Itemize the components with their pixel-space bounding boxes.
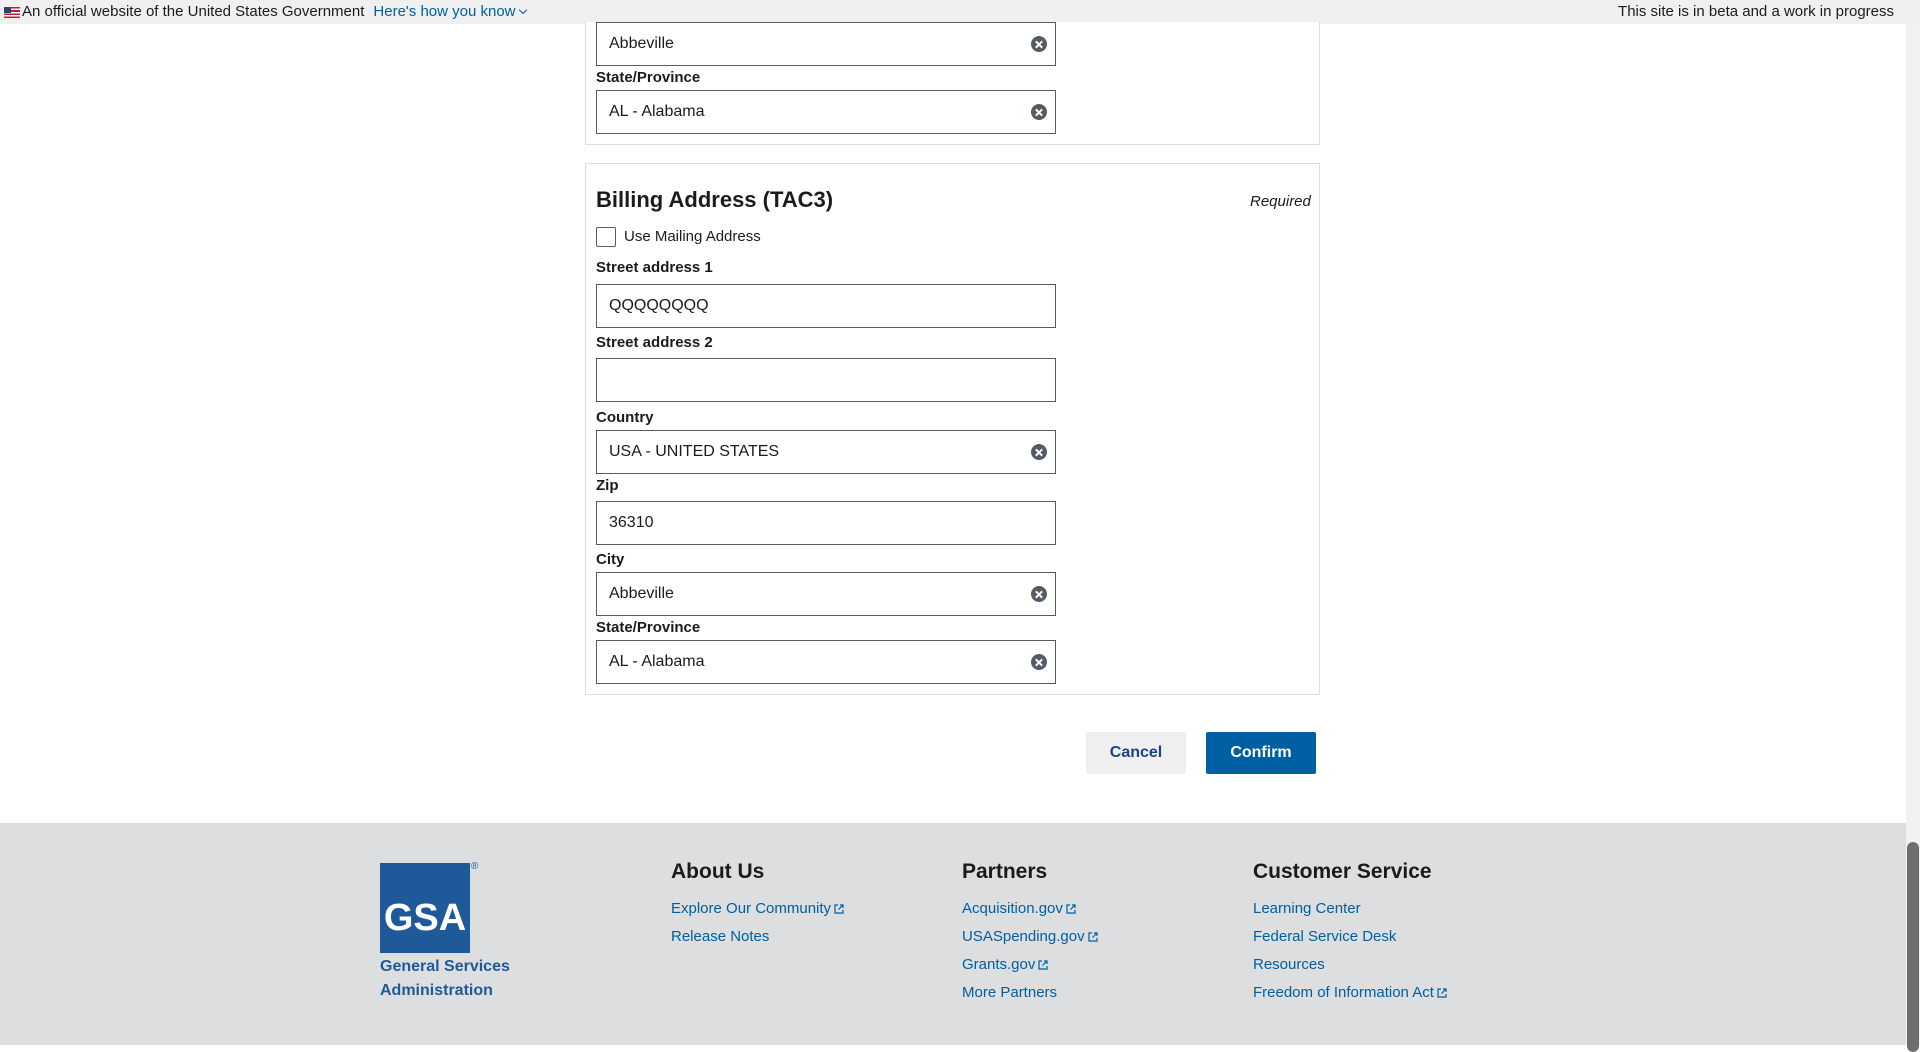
foia-link[interactable]: Freedom of Information Act xyxy=(1253,984,1447,1001)
use-mailing-address-checkbox[interactable] xyxy=(596,227,616,247)
zip-input[interactable]: 36310 xyxy=(596,501,1056,545)
required-tag: Required xyxy=(1250,193,1311,210)
how-you-know-label: Here's how you know xyxy=(373,3,516,20)
mailing-state-value: AL - Alabama xyxy=(609,103,705,120)
street1-label: Street address 1 xyxy=(596,259,713,276)
acquisition-gov-link[interactable]: Acquisition.gov xyxy=(962,900,1076,917)
city-field[interactable]: Abbeville xyxy=(596,572,1056,616)
more-partners-label: More Partners xyxy=(962,984,1058,1001)
street1-value: QQQQQQQQ xyxy=(609,297,709,314)
grants-gov-label: Grants.gov xyxy=(962,956,1036,973)
mailing-state-field[interactable]: AL - Alabama xyxy=(596,90,1056,134)
state-field[interactable]: AL - Alabama xyxy=(596,640,1056,684)
street1-input[interactable]: QQQQQQQQ xyxy=(596,284,1056,328)
street2-input[interactable] xyxy=(596,358,1056,402)
resources-link[interactable]: Resources xyxy=(1253,956,1325,973)
clear-icon[interactable] xyxy=(1031,104,1047,120)
learning-center-label: Learning Center xyxy=(1253,900,1361,917)
us-flag-icon xyxy=(4,6,20,18)
confirm-button[interactable]: Confirm xyxy=(1206,732,1316,774)
learning-center-link[interactable]: Learning Center xyxy=(1253,900,1361,917)
page-scrollbar[interactable] xyxy=(1906,24,1920,1052)
federal-service-desk-label: Federal Service Desk xyxy=(1253,928,1397,945)
agency-name-line1: General Services xyxy=(380,958,510,975)
beta-notice: This site is in beta and a work in progr… xyxy=(1618,3,1894,20)
grants-gov-link[interactable]: Grants.gov xyxy=(962,956,1048,973)
chevron-down-icon xyxy=(518,5,527,15)
clear-icon[interactable] xyxy=(1031,444,1047,460)
agency-name-line2: Administration xyxy=(380,982,493,999)
release-notes-link[interactable]: Release Notes xyxy=(671,928,769,945)
usaspending-gov-link[interactable]: USASpending.gov xyxy=(962,928,1098,945)
release-notes-label: Release Notes xyxy=(671,928,770,945)
gsa-logo[interactable]: GSA xyxy=(380,863,470,953)
clear-icon[interactable] xyxy=(1031,36,1047,52)
mailing-state-label: State/Province xyxy=(596,69,701,86)
external-link-icon xyxy=(1066,903,1076,914)
federal-service-desk-link[interactable]: Federal Service Desk xyxy=(1253,928,1396,945)
state-label: State/Province xyxy=(596,619,701,636)
partners-heading: Partners xyxy=(962,860,1048,883)
country-value: USA - UNITED STATES xyxy=(609,443,780,460)
explore-community-link[interactable]: Explore Our Community xyxy=(671,900,844,917)
external-link-icon xyxy=(1038,959,1048,970)
country-label: Country xyxy=(596,409,654,426)
official-site-text: An official website of the United States… xyxy=(22,3,365,20)
clear-icon[interactable] xyxy=(1031,654,1047,670)
resources-label: Resources xyxy=(1253,956,1325,973)
site-footer xyxy=(0,823,1906,1045)
explore-community-label: Explore Our Community xyxy=(671,900,832,917)
registered-mark: ® xyxy=(471,861,479,872)
mailing-city-value: Abbeville xyxy=(609,35,674,52)
about-us-heading: About Us xyxy=(671,860,765,883)
state-value: AL - Alabama xyxy=(609,653,705,670)
gov-banner: An official website of the United States… xyxy=(0,0,1920,24)
mailing-city-field[interactable]: Abbeville xyxy=(596,22,1056,66)
city-value: Abbeville xyxy=(609,585,674,602)
billing-address-title: Billing Address (TAC3) xyxy=(596,187,834,212)
more-partners-link[interactable]: More Partners xyxy=(962,984,1057,1001)
zip-value: 36310 xyxy=(609,514,654,531)
gov-banner-left: An official website of the United States… xyxy=(4,0,527,24)
acquisition-gov-label: Acquisition.gov xyxy=(962,900,1063,917)
gsa-logo-text: GSA xyxy=(383,897,467,939)
cancel-button[interactable]: Cancel xyxy=(1086,732,1186,774)
use-mailing-address-label[interactable]: Use Mailing Address xyxy=(624,227,761,247)
country-field[interactable]: USA - UNITED STATES xyxy=(596,430,1056,474)
external-link-icon xyxy=(1087,931,1098,942)
scrollbar-thumb[interactable] xyxy=(1907,842,1919,1052)
zip-label: Zip xyxy=(596,477,619,494)
foia-label: Freedom of Information Act xyxy=(1253,984,1434,1001)
usaspending-gov-label: USASpending.gov xyxy=(962,928,1085,945)
street2-label: Street address 2 xyxy=(596,334,713,351)
how-you-know-link[interactable]: Here's how you know xyxy=(373,0,527,24)
external-link-icon xyxy=(1437,987,1447,998)
city-label: City xyxy=(596,551,625,568)
customer-service-heading: Customer Service xyxy=(1253,860,1432,883)
clear-icon[interactable] xyxy=(1031,586,1047,602)
external-link-icon xyxy=(834,903,844,914)
